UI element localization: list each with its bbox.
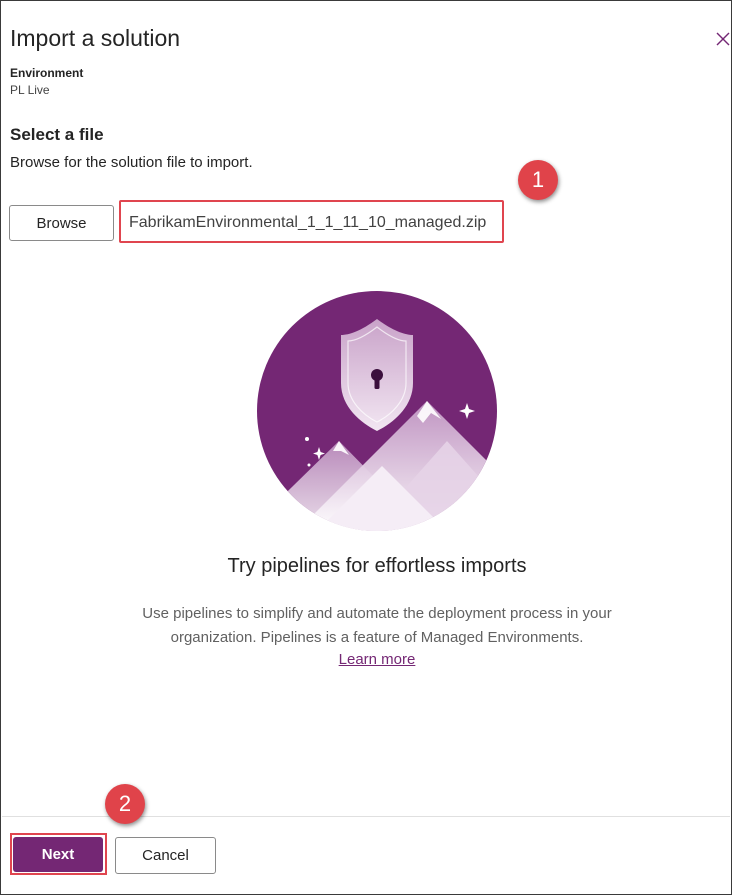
- panel-title: Import a solution: [10, 25, 181, 51]
- browse-button[interactable]: Browse: [9, 205, 114, 241]
- callout-badge-1: 1: [518, 160, 558, 200]
- close-icon[interactable]: [714, 30, 732, 48]
- cancel-button[interactable]: Cancel: [115, 837, 216, 874]
- select-file-description: Browse for the solution file to import.: [10, 154, 253, 171]
- promo-description: Use pipelines to simplify and automate t…: [142, 605, 612, 646]
- select-file-title: Select a file: [10, 125, 104, 144]
- import-solution-panel: Import a solution Environment PL Live Se…: [0, 0, 732, 895]
- learn-more-link[interactable]: Learn more: [339, 651, 416, 668]
- promo-title: Try pipelines for effortless imports: [227, 555, 527, 577]
- learn-more-link-row: Learn more: [1, 651, 732, 668]
- environment-value: PL Live: [10, 83, 50, 97]
- callout-badge-2: 2: [105, 784, 145, 824]
- selected-file-name: FabrikamEnvironmental_1_1_11_10_managed.…: [129, 214, 487, 231]
- environment-label: Environment: [10, 66, 84, 80]
- next-button[interactable]: Next: [13, 837, 103, 872]
- shield-mountains-illustration: [257, 291, 497, 531]
